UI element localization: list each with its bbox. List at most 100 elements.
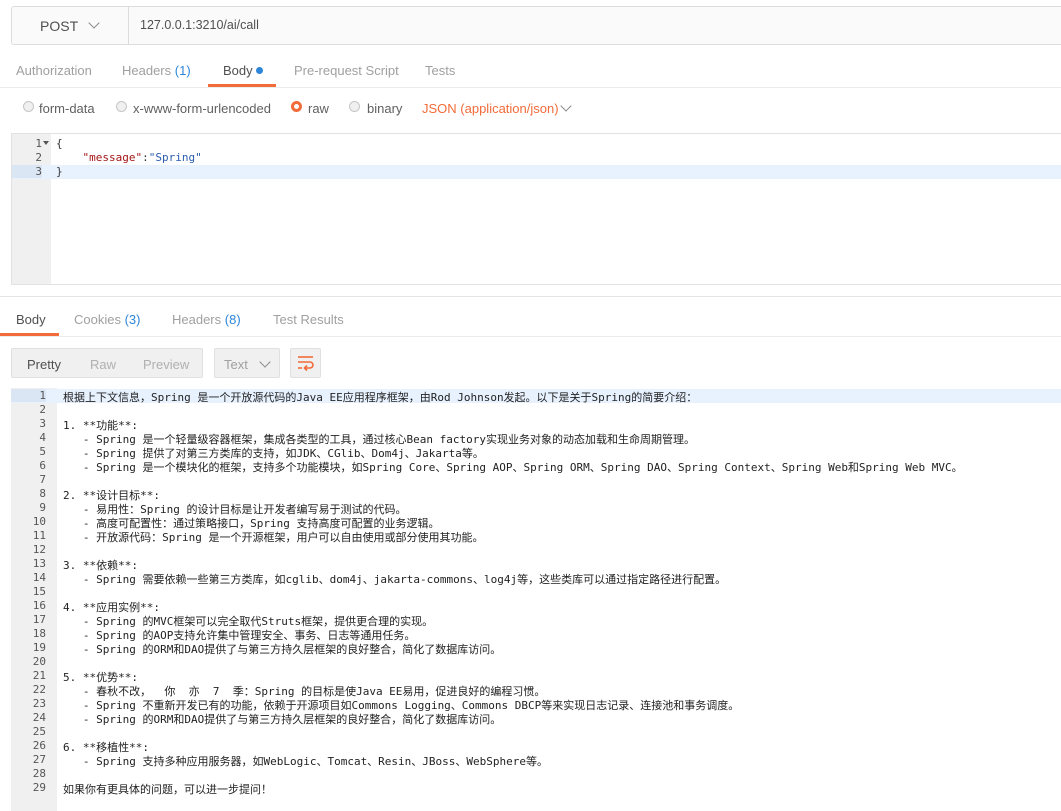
tab-tests[interactable]: Tests [425,63,455,78]
view-mode-group: Pretty Raw Preview [11,348,203,378]
response-line: 21 5. **优势**: [11,669,1061,684]
line-number: 7 [39,473,46,486]
line-number: 3 [12,165,42,178]
radio-urlencoded[interactable] [116,101,127,112]
response-line: 27 - Spring 支持多种应用服务器，如WebLogic、Tomcat、R… [11,753,1061,768]
code-line: 1 { [12,137,1061,151]
line-number: 11 [32,529,46,542]
wrap-lines-button[interactable] [290,348,321,378]
line-number: 24 [32,711,46,724]
modified-dot-icon [255,67,263,74]
binary-label: binary [367,101,403,116]
response-line: 19 - Spring 的ORM和DAO提供了与第三方持久层框架的良好整合，简化… [11,641,1061,656]
response-line: 6 - Spring 是一个模块化的框架，支持多个功能模块，如Spring Co… [11,459,1061,474]
tab-prerequest-script[interactable]: Pre-request Script [294,63,399,78]
url-bar: POST 127.0.0.1:3210/ai/call [11,6,1061,45]
radio-binary[interactable] [349,101,360,112]
line-number: 12 [32,543,46,556]
code-text: "message":"Spring" [56,151,202,164]
response-line: 10 - 高度可配置性：通过策略接口，Spring 支持高度可配置的业务逻辑。 [11,515,1061,530]
method-select[interactable]: POST [12,7,129,44]
response-line: 18 - Spring 的AOP支持允许集中管理安全、事务、日志等通用任务。 [11,627,1061,642]
line-number: 9 [39,501,46,514]
code-text: } [56,165,63,178]
response-line: 23 - Spring 不重新开发已有的功能，依赖于开源项目如Commons L… [11,697,1061,712]
json-key: "message" [82,151,143,164]
form-data-label: form-data [39,101,95,116]
raw-label: raw [308,101,329,116]
format-label: Text [224,357,248,372]
line-number: 1 [35,137,42,150]
line-number: 23 [32,697,46,710]
line-number: 10 [32,515,46,528]
radio-raw[interactable] [291,101,302,112]
response-line: 2 [11,403,1061,417]
tab-response-headers-label: Headers [172,312,222,327]
line-number: 20 [32,655,46,668]
response-line: 24 - Spring 的ORM和DAO提供了与第三方持久层框架的良好整合，简化… [11,711,1061,726]
response-line: 29 如果你有更具体的问题，可以进一步提问！ [11,781,1061,796]
fold-arrow-icon[interactable] [43,141,49,145]
code-line-active: 3 } [12,165,1061,179]
line-number: 27 [32,753,46,766]
response-line: 26 6. **移植性**: [11,739,1061,754]
response-line: 13 3. **依赖**: [11,557,1061,572]
line-number: 4 [39,431,46,444]
tab-cookies-label: Cookies [74,312,121,327]
line-number: 8 [39,487,46,500]
response-line: 9 - 易用性：Spring 的设计目标是让开发者编写易于测试的代码。 [11,501,1061,516]
content-type-select[interactable]: JSON (application/json) [422,101,559,116]
line-number: 14 [32,571,46,584]
line-number: 25 [32,725,46,738]
line-number: 5 [39,445,46,458]
tab-cookies[interactable]: Cookies (3) [74,312,140,327]
cookies-count: (3) [124,312,141,327]
line-number: 17 [32,613,46,626]
raw-button[interactable]: Raw [90,357,116,372]
response-line: 15 [11,585,1061,599]
chevron-down-icon [259,356,271,368]
line-number: 26 [32,739,46,752]
response-line: 28 [11,767,1061,781]
line-number: 3 [39,417,46,430]
tab-test-results[interactable]: Test Results [273,312,344,327]
line-number: 13 [32,557,46,570]
tab-response-headers[interactable]: Headers (8) [172,312,241,327]
response-line: 16 4. **应用实例**: [11,599,1061,614]
code-line: 2 "message":"Spring" [12,151,1061,165]
response-line: 8 2. **设计目标**: [11,487,1061,502]
response-body-viewer[interactable]: 1 根据上下文信息，Spring 是一个开放源代码的Java EE应用程序框架，由… [11,388,1061,811]
preview-button[interactable]: Preview [143,357,189,372]
line-number: 2 [39,403,46,416]
url-input[interactable]: 127.0.0.1:3210/ai/call [140,18,259,32]
response-headers-count: (8) [224,312,241,327]
code-text: { [56,137,63,150]
line-number: 19 [32,641,46,654]
divider [0,336,1061,337]
line-number: 2 [35,151,42,164]
line-number: 22 [32,683,46,696]
tab-headers[interactable]: Headers (1) [122,63,191,78]
tab-body[interactable]: Body [223,63,263,78]
pretty-button[interactable]: Pretty [27,357,61,372]
tab-response-body[interactable]: Body [16,312,46,327]
divider [0,296,1061,297]
line-number: 29 [32,781,46,794]
radio-form-data[interactable] [23,101,34,112]
line-number: 28 [32,767,46,780]
response-line: 12 [11,543,1061,557]
method-label: POST [40,18,79,34]
response-line: 4 - Spring 是一个轻量级容器框架，集成各类型的工具，通过核心Bean … [11,431,1061,446]
response-line: 7 [11,473,1061,487]
tab-authorization[interactable]: Authorization [16,63,92,78]
line-number: 15 [32,585,46,598]
request-body-editor[interactable]: 1 { 2 "message":"Spring" 3 } [11,133,1061,285]
headers-count: (1) [174,63,191,78]
divider [0,87,1061,88]
line-number: 16 [32,599,46,612]
response-line: 22 - 春秋不改， 你 亦 7 季：Spring 的目标是使Java EE易用… [11,683,1061,698]
request-tabs: Authorization Headers (1) Body Pre-reque… [0,52,1061,88]
format-select[interactable]: Text [214,348,280,378]
chevron-down-icon[interactable] [560,100,572,112]
response-line: 20 [11,655,1061,669]
